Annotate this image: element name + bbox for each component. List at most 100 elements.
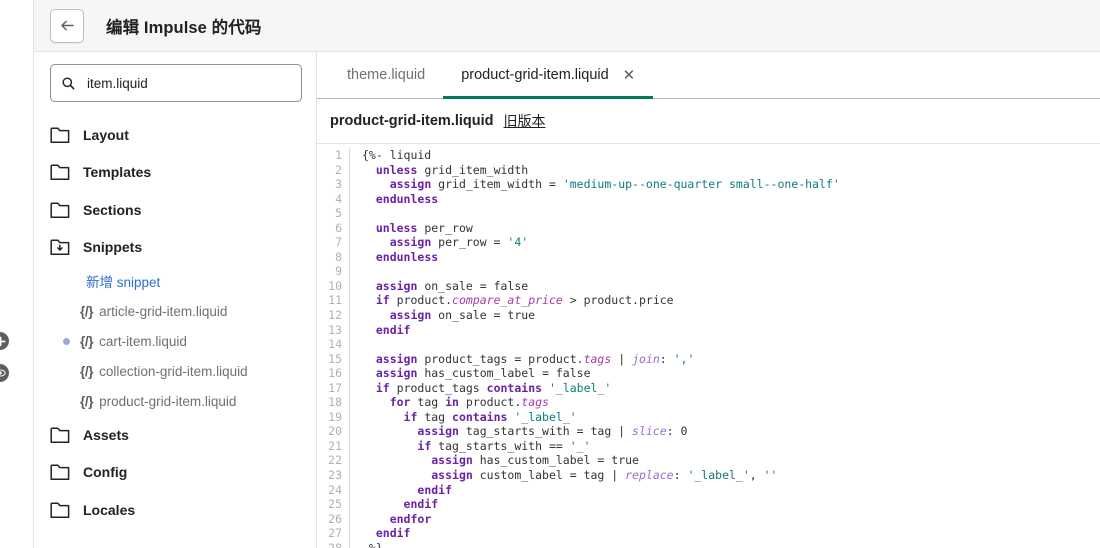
folder-label: Assets <box>83 426 129 443</box>
code-token: '4' <box>507 235 529 250</box>
code-line: assign on_sale = false <box>362 279 1100 294</box>
code-token: endunless <box>375 191 439 206</box>
eye-circle-icon[interactable] <box>0 364 9 382</box>
tree-folder-config[interactable]: Config <box>34 454 316 492</box>
code-token: contains <box>452 409 508 424</box>
code-token: on_sale = false <box>417 278 529 293</box>
old-versions-link[interactable]: 旧版本 <box>504 111 546 131</box>
unsaved-changes-dot <box>63 337 70 345</box>
folder-icon <box>50 163 71 181</box>
tree-folder-layout[interactable]: Layout <box>34 116 316 154</box>
code-token: if <box>417 438 432 453</box>
code-token: assign <box>375 351 418 366</box>
tree-file-cart-item-liquid[interactable]: {/} cart-item.liquid <box>34 326 316 356</box>
folder-icon <box>50 501 71 519</box>
body-split: Layout Templates Sections Snippets 新增 snippe… <box>34 52 1100 548</box>
code-token: > product.price <box>562 293 674 308</box>
code-token: in <box>445 395 459 410</box>
code-token: assign <box>389 235 432 250</box>
code-line: endunless <box>362 192 1100 207</box>
close-icon[interactable]: ✕ <box>623 68 636 83</box>
tree-folder-locales[interactable]: Locales <box>34 491 316 529</box>
code-line: if tag_starts_with == '_' <box>362 439 1100 454</box>
tree-folder-assets[interactable]: Assets <box>34 416 316 454</box>
search-icon <box>62 76 75 89</box>
line-number: 20 <box>328 424 342 439</box>
code-line: for tag in product.tags <box>362 395 1100 410</box>
line-number: 8 <box>335 249 342 264</box>
search-box[interactable] <box>50 64 302 102</box>
line-number: 7 <box>335 235 342 250</box>
code-token: product_tags <box>389 380 487 395</box>
code-line: unless grid_item_width <box>362 163 1100 178</box>
code-token: tag_starts_with = tag | <box>458 424 633 439</box>
left-rail <box>0 0 34 548</box>
liquid-file-icon: {/} <box>80 393 94 409</box>
folder-icon <box>50 463 71 481</box>
code-token: 'medium-up--one-quarter small--one-half' <box>562 177 840 192</box>
line-number: 1 <box>335 148 342 162</box>
code-token: if <box>403 409 418 424</box>
code-line: -%} <box>362 541 1100 548</box>
tree-folder-sections[interactable]: Sections <box>34 191 316 229</box>
code-token: endif <box>417 482 453 497</box>
tab-label: theme.liquid <box>347 67 426 83</box>
code-token: '_label_' <box>548 380 612 395</box>
code-token: custom_label = tag | <box>472 468 626 483</box>
line-number: 16 <box>328 366 342 381</box>
code-token: on_sale = true <box>431 308 536 323</box>
code-line: endif <box>362 323 1100 338</box>
code-token: assign <box>375 278 418 293</box>
line-number: 12 <box>328 308 342 323</box>
code-line: if product_tags contains '_label_' <box>362 381 1100 396</box>
folder-icon <box>50 201 71 219</box>
code-token: endif <box>375 526 411 541</box>
code-token: endfor <box>389 511 432 526</box>
code-token: product. <box>389 293 453 308</box>
editor-tabstrip: theme.liquid product-grid-item.liquid ✕ <box>317 52 1100 99</box>
search-input[interactable] <box>87 75 291 91</box>
back-button[interactable] <box>50 8 84 43</box>
tree-folder-snippets[interactable]: Snippets <box>34 229 316 267</box>
editor-pane: theme.liquid product-grid-item.liquid ✕ pr… <box>317 52 1100 548</box>
folder-icon <box>50 426 71 444</box>
line-number: 27 <box>328 526 342 541</box>
file-tree: Layout Templates Sections Snippets 新增 snippe… <box>34 116 316 529</box>
code-editor[interactable]: 1 2 3 4 5 6 7 8 9 10 11 12 13 14 15 16 17 18 19 20 21 22 23 24 2… <box>317 144 1100 548</box>
line-number: 22 <box>328 453 342 468</box>
code-line: endif <box>362 526 1100 541</box>
folder-open-icon <box>50 238 71 256</box>
line-number: 21 <box>328 438 342 453</box>
code-line: assign product_tags = product.tags | joi… <box>362 352 1100 367</box>
tree-file-collection-grid-item-liquid[interactable]: {/} collection-grid-item.liquid <box>34 356 316 386</box>
folder-label: Config <box>83 464 128 481</box>
code-token: : <box>673 468 688 483</box>
code-token: assign <box>389 177 432 192</box>
code-content[interactable]: {%- liquid unless grid_item_width assign… <box>350 148 1100 548</box>
code-token: '_' <box>569 438 591 453</box>
code-token: has_custom_label = false <box>417 366 591 381</box>
editor-tab-theme-liquid[interactable]: theme.liquid <box>329 52 443 98</box>
code-token: | <box>611 351 633 366</box>
tree-file-article-grid-item-liquid[interactable]: {/} article-grid-item.liquid <box>34 296 316 326</box>
code-line: {%- liquid <box>362 148 1100 163</box>
tree-file-product-grid-item-liquid[interactable]: {/} product-grid-item.liquid <box>34 386 316 416</box>
line-number: 10 <box>328 278 342 293</box>
editor-tab-product-grid-item-liquid[interactable]: product-grid-item.liquid ✕ <box>443 52 654 99</box>
current-file-name: product-grid-item.liquid <box>330 113 494 129</box>
tree-folder-templates[interactable]: Templates <box>34 154 316 192</box>
add-snippet-link[interactable]: 新增 snippet <box>86 271 160 291</box>
line-number: 11 <box>328 293 342 308</box>
plus-circle-icon[interactable] <box>0 332 9 350</box>
add-snippet-link-row[interactable]: 新增 snippet <box>34 266 316 296</box>
code-token: tags <box>521 395 549 410</box>
file-header-bar: product-grid-item.liquid 旧版本 <box>317 99 1100 144</box>
code-line: assign grid_item_width = 'medium-up--one… <box>362 177 1100 192</box>
